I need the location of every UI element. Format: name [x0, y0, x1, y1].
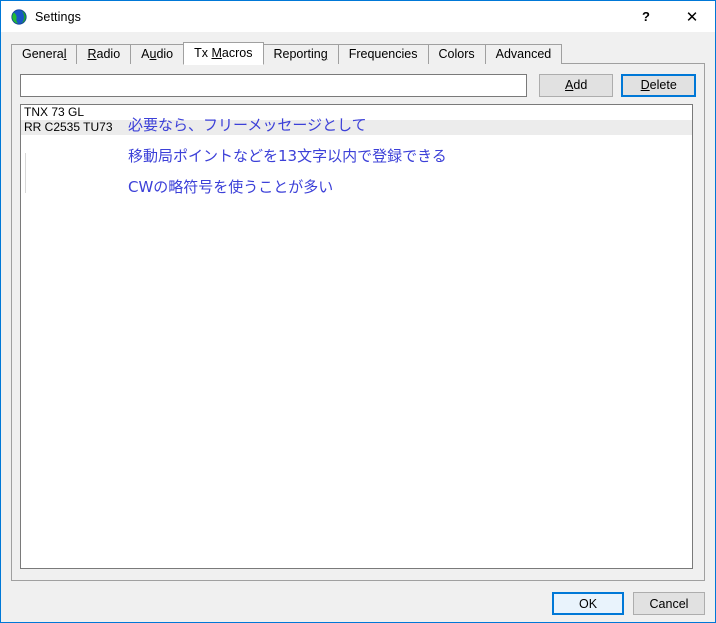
title-bar-buttons: ? ✕	[623, 1, 715, 32]
tab-audio-label-tail: dio	[156, 47, 174, 61]
macro-text-input[interactable]	[20, 73, 527, 97]
tab-tx-macros-label: Tx	[194, 46, 212, 60]
macro-list[interactable]: TNX 73 GL RR C2535 TU73 必要なら、フリーメッセージとして…	[20, 104, 693, 569]
tab-tx-macros[interactable]: Tx Macros	[183, 42, 264, 65]
cancel-button[interactable]: Cancel	[633, 592, 705, 615]
tab-general-mnemonic: l	[63, 47, 67, 61]
window-title: Settings	[35, 9, 81, 24]
tab-radio-mnemonic: R	[87, 47, 97, 61]
macro-entry-row: Add Delete	[20, 73, 696, 97]
dialog-footer: OK Cancel	[1, 581, 715, 622]
tab-colors-label: Colors	[438, 47, 475, 61]
tab-advanced-label: Advanced	[495, 47, 552, 61]
tab-general-label: Genera	[22, 47, 64, 61]
help-button[interactable]: ?	[623, 1, 669, 32]
tab-colors[interactable]: Colors	[427, 44, 486, 64]
annotation-line-1: 必要なら、フリーメッセージとして	[128, 116, 367, 134]
delete-button-label-tail: elete	[649, 78, 677, 92]
tab-general[interactable]: General	[11, 44, 78, 64]
dialog-footer-buttons: OK Cancel	[552, 592, 705, 615]
settings-tab-strip: General Radio Audio Tx Macros Reporting …	[11, 42, 715, 65]
tab-tx-macros-mnemonic: M	[211, 46, 222, 60]
add-button-label-tail: dd	[573, 78, 588, 92]
ok-button[interactable]: OK	[552, 592, 624, 615]
title-bar: Settings ? ✕	[1, 1, 715, 32]
annotation-line-3: CWの略符号を使うことが多い	[128, 178, 334, 196]
close-icon[interactable]: ✕	[669, 1, 715, 32]
tab-reporting-label: Reportin	[273, 47, 321, 61]
delete-button[interactable]: Delete	[621, 73, 696, 97]
tab-advanced[interactable]: Advanced	[484, 44, 563, 64]
tab-audio-label: A	[141, 47, 150, 61]
tab-frequencies-label: Frequencies	[348, 47, 418, 61]
tab-tx-macros-label-tail: acros	[221, 46, 253, 60]
tab-reporting-mnemonic: g	[320, 47, 328, 61]
tab-radio-label-tail: adio	[96, 47, 121, 61]
list-caret	[25, 153, 26, 193]
tab-reporting[interactable]: Reporting	[262, 44, 339, 64]
delete-button-mnemonic: D	[640, 78, 650, 92]
tab-radio[interactable]: Radio	[76, 44, 132, 64]
settings-window: Settings ? ✕ General Radio Audio Tx Macr…	[0, 0, 716, 623]
add-button[interactable]: Add	[538, 73, 614, 97]
globe-icon	[11, 8, 27, 25]
tab-audio[interactable]: Audio	[130, 44, 185, 64]
add-button-mnemonic: A	[565, 78, 574, 92]
annotation-line-2: 移動局ポイントなどを13文字以内で登録できる	[128, 147, 447, 165]
tx-macros-panel: Add Delete TNX 73 GL RR C2535 TU73 必要なら、…	[11, 63, 705, 581]
tab-frequencies[interactable]: Frequencies	[337, 44, 429, 64]
